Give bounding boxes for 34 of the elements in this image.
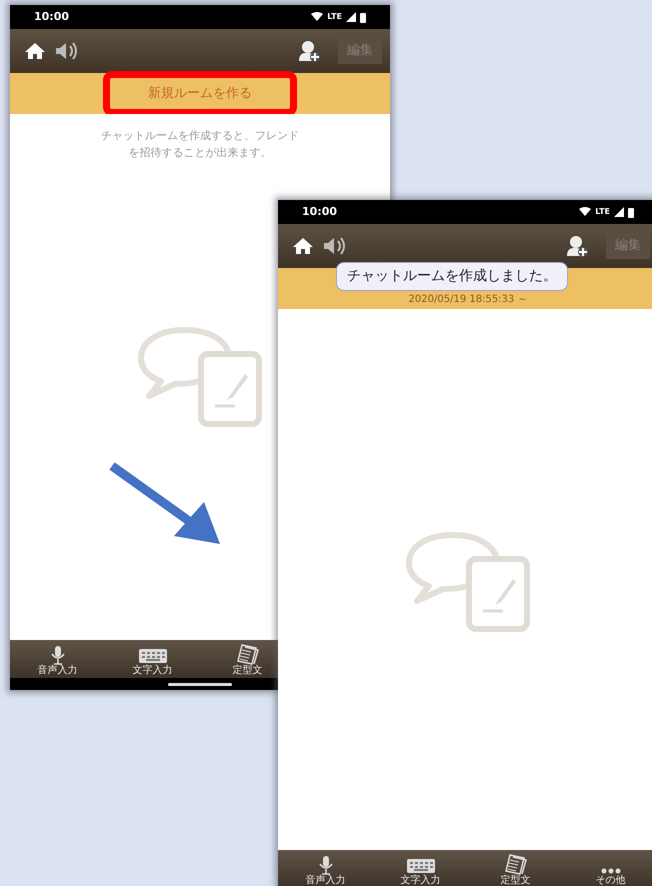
battery-icon (628, 206, 634, 218)
add-person-icon[interactable] (566, 235, 588, 257)
more-icon (600, 867, 622, 875)
documents-icon (236, 643, 260, 665)
network-label: LTE (327, 11, 342, 23)
toolbar-button[interactable]: その他 (596, 850, 626, 886)
speaker-icon[interactable] (54, 41, 80, 61)
status-time: 10:00 (302, 204, 338, 220)
status-time: 10:00 (34, 8, 70, 25)
microphone-icon (50, 645, 66, 665)
wifi-icon (579, 207, 592, 217)
battery-icon (360, 12, 366, 22)
add-person-icon[interactable] (298, 40, 320, 62)
created-date: 2020/05/19 18:55:33 ～ (408, 293, 528, 307)
toolbar-button[interactable]: 文字入力 (132, 640, 172, 678)
signal-icon (614, 207, 624, 217)
network-label: LTE (595, 206, 610, 218)
keyboard-icon (406, 857, 436, 875)
speaker-icon[interactable] (322, 236, 348, 256)
microphone-icon (318, 855, 334, 875)
documents-icon (504, 853, 528, 875)
toolbar-button[interactable]: 音声入力 (38, 640, 78, 678)
home-icon[interactable] (292, 237, 314, 255)
keyboard-icon (138, 647, 168, 665)
signal-icon (346, 12, 356, 22)
toolbar-button[interactable]: 音声入力 (306, 850, 346, 886)
toast-message: チャットルームを作成しました。 (336, 262, 568, 291)
toolbar-button[interactable]: 定型文 (500, 850, 530, 886)
toolbar-button[interactable]: 定型文 (232, 640, 262, 678)
wifi-icon (311, 12, 324, 22)
home-indicator (168, 682, 232, 686)
description-text: チャットルームを作成すると、フレンドを招待することが出来ます。 (100, 128, 300, 160)
home-icon[interactable] (24, 42, 46, 60)
toolbar-button[interactable]: 文字入力 (400, 850, 440, 886)
